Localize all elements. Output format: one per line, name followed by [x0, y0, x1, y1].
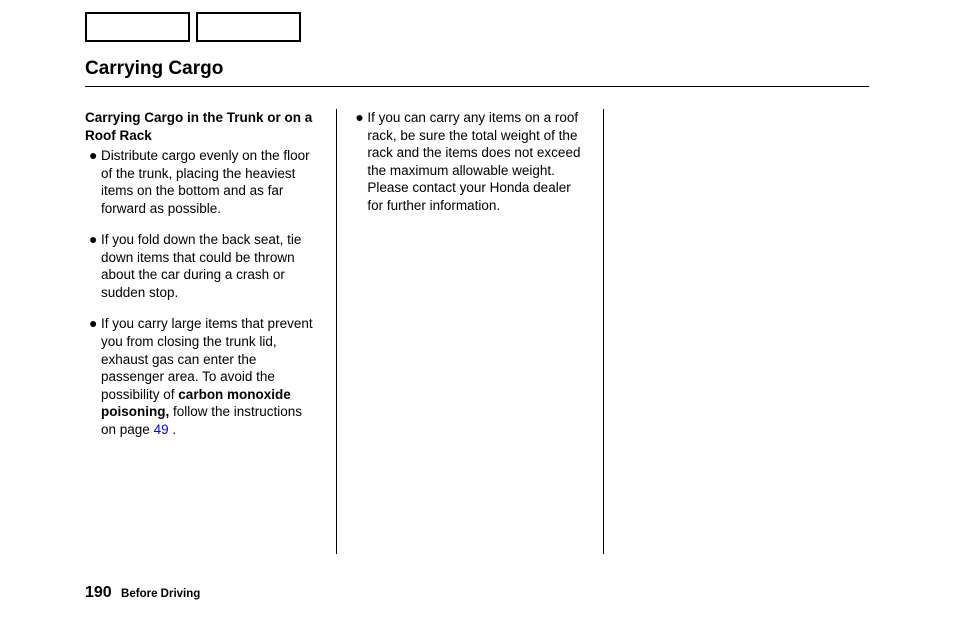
- list-item: ● Distribute cargo evenly on the floor o…: [85, 147, 320, 217]
- column-separator: [603, 109, 604, 554]
- subheading: Carrying Cargo in the Trunk or on a Roof…: [85, 109, 320, 144]
- page-link[interactable]: 49: [154, 422, 169, 437]
- top-boxes: [85, 12, 869, 42]
- bullet-text: If you carry large items that prevent yo…: [101, 315, 320, 438]
- title-rule: [85, 86, 869, 87]
- bullet-text: Distribute cargo evenly on the floor of …: [101, 147, 320, 217]
- nav-box-2[interactable]: [196, 12, 301, 42]
- manual-page: Carrying Cargo Carrying Cargo in the Tru…: [0, 0, 954, 630]
- column-1: Carrying Cargo in the Trunk or on a Roof…: [85, 109, 336, 554]
- list-item: ● If you can carry any items on a roof r…: [351, 109, 586, 214]
- page-number: 190: [85, 584, 112, 601]
- nav-box-1[interactable]: [85, 12, 190, 42]
- section-name: Before Driving: [121, 588, 200, 600]
- list-item: ● If you fold down the back seat, tie do…: [85, 231, 320, 301]
- bullet-icon: ●: [89, 147, 101, 217]
- content-columns: Carrying Cargo in the Trunk or on a Roof…: [85, 109, 869, 554]
- list-item: ● If you carry large items that prevent …: [85, 315, 320, 438]
- bullet-text: If you fold down the back seat, tie down…: [101, 231, 320, 301]
- page-title: Carrying Cargo: [85, 58, 869, 80]
- page-footer: 190 Before Driving: [85, 584, 200, 602]
- column-separator: [336, 109, 337, 554]
- bullet-icon: ●: [89, 231, 101, 301]
- column-2: ● If you can carry any items on a roof r…: [351, 109, 602, 554]
- bullet-icon: ●: [89, 315, 101, 438]
- text-end: .: [169, 422, 177, 437]
- bullet-icon: ●: [355, 109, 367, 214]
- column-3: [618, 109, 869, 554]
- bullet-text: If you can carry any items on a roof rac…: [367, 109, 586, 214]
